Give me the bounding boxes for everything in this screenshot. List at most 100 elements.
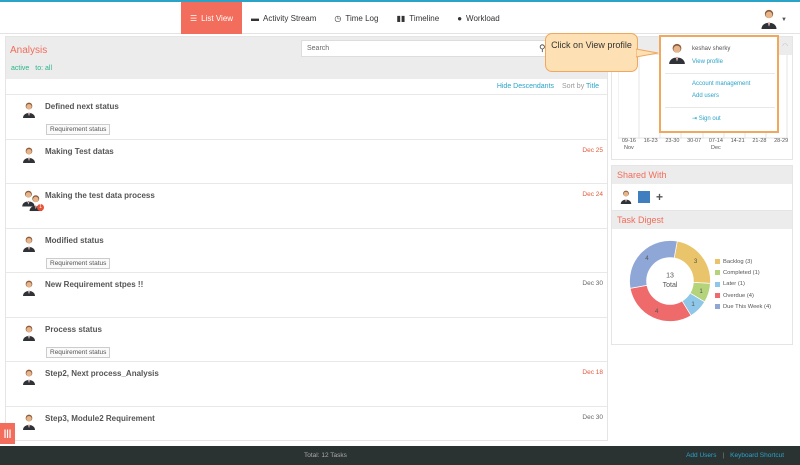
- tab-timeline[interactable]: ▮▮ Timeline: [387, 2, 448, 34]
- table-row[interactable]: Process status Requirement status: [6, 316, 607, 362]
- clock-icon: ◷: [334, 13, 342, 23]
- tab-time-log[interactable]: ◷ Time Log: [325, 2, 387, 34]
- tab-list-view[interactable]: ☰ List View: [181, 2, 243, 34]
- legend-item[interactable]: Due This Week (4): [715, 301, 771, 312]
- sign-out-link[interactable]: ⇥ Sign out: [692, 115, 721, 122]
- list-icon: ☰: [190, 13, 198, 23]
- hide-descendants-link[interactable]: Hide Descendants: [497, 83, 554, 90]
- user-avatar[interactable]: [760, 9, 778, 29]
- top-navigation-bar: ☰ List View ▬ Activity Stream ◷ Time Log…: [0, 0, 800, 34]
- filter-to-all[interactable]: to: all: [35, 65, 52, 72]
- tick-label: 28-29: [774, 138, 789, 144]
- legend-item[interactable]: Completed (1): [715, 267, 771, 278]
- page-title: Analysis: [10, 45, 48, 56]
- add-share-icon[interactable]: +: [656, 190, 663, 204]
- chevron-down-icon[interactable]: ▼: [781, 17, 787, 23]
- assignee-avatar: [22, 236, 36, 252]
- count-badge: 1: [37, 204, 44, 211]
- footer-links: Add Users | Keyboard Shortcut: [686, 452, 784, 459]
- search-input[interactable]: Search: [301, 40, 553, 57]
- task-title[interactable]: Step3, Module2 Requirement: [45, 414, 155, 423]
- task-title[interactable]: Process status: [45, 325, 102, 334]
- timeline-axis: 09-16 Nov 16-23 23-30 30-07 07-14 Dec 14-2…: [618, 138, 792, 152]
- status-tag[interactable]: Requirement status: [46, 346, 111, 358]
- due-date: Dec 18: [582, 369, 603, 376]
- assignee-avatar: [22, 325, 36, 341]
- total-count: 13: [666, 272, 674, 279]
- due-date: Dec 25: [582, 146, 603, 154]
- tick-label: 23-30: [665, 138, 680, 144]
- shared-user-avatar[interactable]: [620, 190, 632, 204]
- separator: |: [722, 452, 725, 459]
- due-date: Dec 30: [582, 280, 603, 287]
- tab-workload[interactable]: ● Workload: [448, 2, 509, 34]
- legend-item[interactable]: Backlog (3): [715, 256, 771, 267]
- add-users-link[interactable]: Add users: [692, 93, 719, 99]
- task-title[interactable]: Modified status: [45, 236, 104, 245]
- legend-swatch: [715, 259, 720, 265]
- tick-label: 14-21: [730, 138, 745, 144]
- bars-icon: ▮▮: [396, 13, 406, 23]
- comment-icon: ▬: [251, 13, 260, 23]
- table-row[interactable]: New Requirement stpes !! Dec 30: [6, 272, 607, 317]
- add-users-footer-link[interactable]: Add Users: [686, 452, 716, 459]
- rss-icon[interactable]: ◠: [782, 42, 788, 50]
- table-row[interactable]: Step2, Next process_Analysis Dec 18: [6, 361, 607, 406]
- slice-value-label: 1: [691, 301, 695, 308]
- tab-activity-stream[interactable]: ▬ Activity Stream: [242, 2, 325, 34]
- tab-label: Workload: [466, 13, 500, 23]
- table-row[interactable]: Modified status Requirement status: [6, 227, 607, 273]
- sidebar-toggle-button[interactable]: |||: [0, 423, 15, 444]
- view-tabs: ☰ List View ▬ Activity Stream ◷ Time Log…: [181, 2, 509, 34]
- profile-avatar: [668, 43, 686, 64]
- task-title[interactable]: New Requirement stpes !!: [45, 280, 143, 289]
- assignee-avatar: [22, 102, 36, 118]
- status-tag[interactable]: Requirement status: [46, 257, 111, 269]
- slice-value-label: 4: [655, 308, 659, 315]
- tick-label: 09-16 Nov: [621, 138, 636, 151]
- slice-value-label: 3: [694, 258, 698, 265]
- table-row[interactable]: 1 Making the test data process Dec 24: [6, 183, 607, 228]
- user-name: keshav sherky: [692, 46, 731, 52]
- task-title[interactable]: Making the test data process: [45, 191, 155, 200]
- due-date: Dec 24: [582, 191, 603, 198]
- team-icon[interactable]: [638, 191, 650, 203]
- table-row[interactable]: Making Test datas Dec 25: [6, 138, 607, 184]
- tick-label: 30-07: [687, 138, 702, 144]
- tab-label: List View: [201, 13, 234, 23]
- tab-label: Activity Stream: [263, 13, 317, 23]
- table-row[interactable]: Defined next status Requirement status: [6, 94, 607, 139]
- assignee-avatar: [22, 414, 36, 430]
- filter-bar: active to: all: [11, 65, 52, 72]
- sort-field-link[interactable]: Title: [586, 83, 599, 90]
- total-label: Total: [663, 282, 678, 289]
- keyboard-shortcut-link[interactable]: Keyboard Shortcut: [730, 452, 784, 459]
- task-title[interactable]: Defined next status: [45, 102, 119, 111]
- footer-bar: Total: 12 Tasks Add Users | Keyboard Sho…: [0, 446, 800, 465]
- assignee-avatar: [22, 280, 36, 296]
- legend-item[interactable]: Later (1): [715, 279, 771, 290]
- filter-active[interactable]: active: [11, 65, 29, 72]
- table-row[interactable]: Step3, Module2 Requirement Dec 30: [6, 405, 607, 442]
- task-digest-donut: 13 Total 3 11 4 4: [629, 240, 711, 322]
- view-profile-link[interactable]: View profile: [692, 59, 723, 65]
- sort-label: Sort by Title: [562, 83, 599, 90]
- account-management-link[interactable]: Account management: [692, 81, 750, 87]
- user-menu-dropdown: keshav sherky View profile Account manag…: [659, 35, 779, 133]
- widget-title: Shared With: [612, 166, 792, 184]
- legend-swatch: [715, 293, 720, 299]
- assignee-avatar: [22, 369, 36, 385]
- legend-item[interactable]: Overdue (4): [715, 290, 771, 301]
- tick-label: 21-28: [752, 138, 767, 144]
- task-title[interactable]: Making Test datas: [45, 147, 114, 156]
- task-list-panel: Analysis Search ⚲ active to: all Hide De…: [5, 36, 608, 441]
- widget-title: Task Digest: [612, 211, 792, 229]
- divider: [665, 107, 775, 108]
- legend-swatch: [715, 304, 720, 310]
- status-tag[interactable]: Requirement status: [46, 124, 111, 135]
- digest-legend: Backlog (3) Completed (1) Later (1) Over…: [715, 256, 771, 312]
- sign-out-icon: ⇥: [692, 116, 698, 122]
- tab-label: Timeline: [409, 13, 440, 23]
- task-title[interactable]: Step2, Next process_Analysis: [45, 369, 159, 378]
- tooltip-callout: Click on View profile: [545, 33, 638, 72]
